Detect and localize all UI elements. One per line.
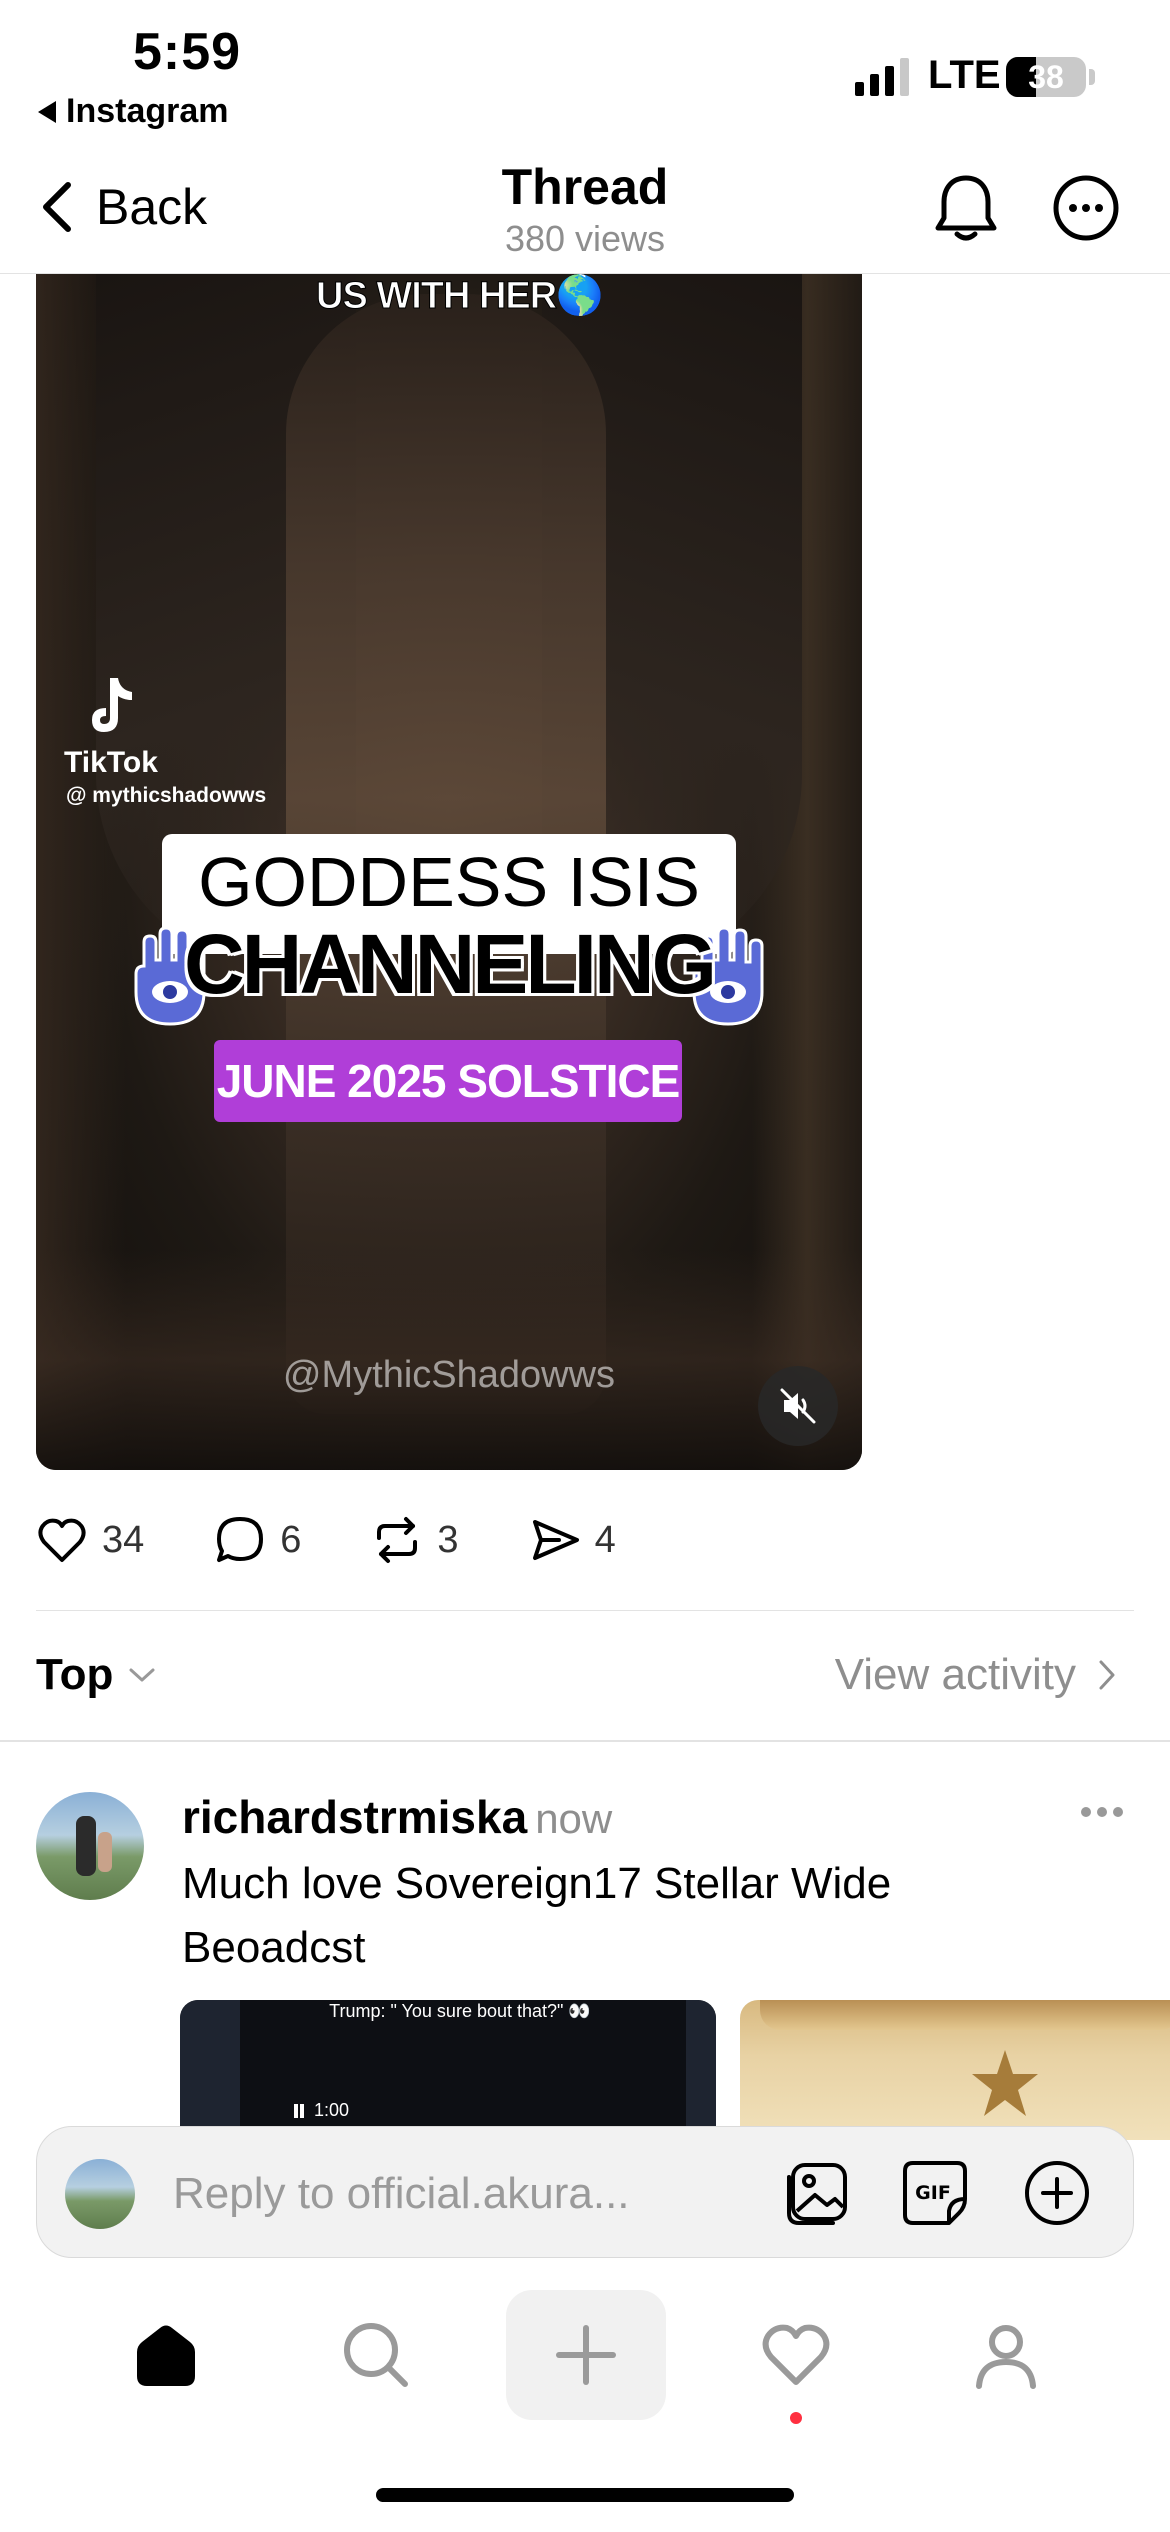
chevron-right-icon bbox=[1099, 1660, 1115, 1690]
avatar bbox=[65, 2159, 135, 2229]
tab-create[interactable] bbox=[506, 2290, 666, 2420]
like-count: 34 bbox=[102, 1518, 145, 1561]
avatar-person-right bbox=[98, 1832, 112, 1872]
speaker-muted-icon bbox=[780, 1388, 816, 1424]
sort-label: Top bbox=[36, 1650, 114, 1699]
scroll-roll bbox=[760, 2000, 1170, 2030]
heart-icon bbox=[762, 2324, 830, 2385]
reply-author[interactable]: richardstrmiska now bbox=[182, 1790, 612, 1844]
svg-text:GIF: GIF bbox=[915, 2182, 951, 2204]
notification-dot bbox=[790, 2412, 802, 2424]
view-activity-link[interactable]: View activity bbox=[835, 1650, 1116, 1700]
thumbnail-caption: Trump: " You sure bout that?" 👀 bbox=[329, 2001, 591, 2021]
reply-text: Much love Sovereign17 Stellar Wide Beoad… bbox=[182, 1859, 892, 1972]
share-button[interactable]: 4 bbox=[529, 1514, 616, 1566]
repost-count: 3 bbox=[437, 1518, 459, 1561]
reply-time: now bbox=[535, 1795, 613, 1842]
status-bar: 5:59 Instagram LTE 38 bbox=[0, 0, 1170, 140]
like-button[interactable]: 34 bbox=[36, 1514, 144, 1566]
bell-icon[interactable] bbox=[930, 170, 1002, 246]
repost-icon bbox=[377, 1517, 418, 1563]
send-icon bbox=[532, 1520, 579, 1560]
home-indicator bbox=[376, 2488, 794, 2502]
comment-button[interactable]: 6 bbox=[214, 1514, 301, 1566]
comment-bubble-icon bbox=[217, 1517, 264, 1562]
video-badge: JUNE 2025 SOLSTICE bbox=[214, 1040, 682, 1122]
bottom-tab-bar bbox=[0, 2290, 1170, 2440]
video-watermark: @MythicShadowws bbox=[282, 1354, 616, 1396]
more-icon[interactable] bbox=[1080, 1806, 1124, 1818]
thread-header: Back Thread 380 views bbox=[0, 140, 1170, 274]
tiktok-name: TikTok bbox=[64, 746, 158, 779]
battery-icon: 38 bbox=[1006, 57, 1086, 97]
share-count: 4 bbox=[594, 1518, 616, 1561]
video-title-line2: CHANNELING bbox=[184, 917, 717, 1011]
sort-dropdown[interactable]: Top bbox=[36, 1650, 157, 1700]
add-icon[interactable] bbox=[1021, 2157, 1093, 2229]
video-top-caption: US WITH HER🌎 bbox=[316, 275, 605, 318]
battery-level: 38 bbox=[1028, 59, 1064, 95]
network-type: LTE bbox=[928, 53, 1001, 97]
battery-tip bbox=[1089, 69, 1095, 85]
thumbnail-edge bbox=[180, 2000, 240, 2140]
image-icon[interactable] bbox=[783, 2157, 855, 2229]
reply-username: richardstrmiska bbox=[182, 1791, 528, 1843]
replies-sort-bar: Top View activity bbox=[36, 1640, 1134, 1712]
post-actions: 34 6 3 4 bbox=[36, 1508, 686, 1572]
divider bbox=[0, 1740, 1170, 1742]
search-icon bbox=[344, 2323, 408, 2387]
heart-icon bbox=[38, 1518, 86, 1562]
gif-icon[interactable]: GIF bbox=[899, 2157, 971, 2229]
plus-icon bbox=[556, 2325, 616, 2385]
repost-button[interactable]: 3 bbox=[371, 1514, 459, 1566]
signal-icon bbox=[855, 58, 909, 96]
tiktok-logo-icon bbox=[92, 678, 132, 732]
status-time: 5:59 bbox=[133, 23, 242, 81]
more-options-icon[interactable] bbox=[1052, 174, 1120, 242]
back-to-app-link[interactable]: Instagram bbox=[38, 92, 229, 131]
chevron-down-icon bbox=[129, 1668, 155, 1682]
video-duration: 1:00 bbox=[294, 2100, 349, 2121]
tab-home[interactable] bbox=[86, 2290, 246, 2420]
back-app-label: Instagram bbox=[66, 92, 229, 130]
tab-activity[interactable] bbox=[716, 2290, 876, 2420]
comment-count: 6 bbox=[280, 1518, 302, 1561]
profile-icon bbox=[976, 2325, 1036, 2389]
mute-button[interactable] bbox=[758, 1366, 838, 1446]
reply-composer[interactable]: Reply to official.akura... GIF bbox=[36, 2126, 1134, 2258]
thumbnail-edge bbox=[686, 2000, 716, 2140]
tab-search[interactable] bbox=[296, 2290, 456, 2420]
star-icon bbox=[972, 2050, 1038, 2116]
back-triangle-icon bbox=[38, 100, 56, 123]
avatar[interactable] bbox=[36, 1792, 144, 1900]
divider bbox=[36, 1610, 1134, 1611]
view-activity-label: View activity bbox=[834, 1650, 1076, 1699]
home-icon bbox=[137, 2325, 195, 2386]
duration-label: 1:00 bbox=[314, 2100, 350, 2120]
reply-video-thumbnail[interactable]: Trump: " You sure bout that?" 👀 1:00 bbox=[180, 2000, 716, 2140]
reply-image-thumbnail[interactable] bbox=[740, 2000, 1170, 2140]
post-video[interactable]: US WITH HER🌎 TikTok @ mythicshadowws GOD… bbox=[36, 274, 862, 1470]
pause-icon bbox=[294, 2103, 304, 2118]
reply-input[interactable]: Reply to official.akura... bbox=[173, 2169, 630, 2219]
video-title-line1: GODDESS ISIS bbox=[198, 843, 700, 921]
tab-profile[interactable] bbox=[926, 2290, 1086, 2420]
avatar-person-left bbox=[76, 1816, 96, 1876]
tiktok-handle: @ mythicshadowws bbox=[66, 784, 267, 807]
